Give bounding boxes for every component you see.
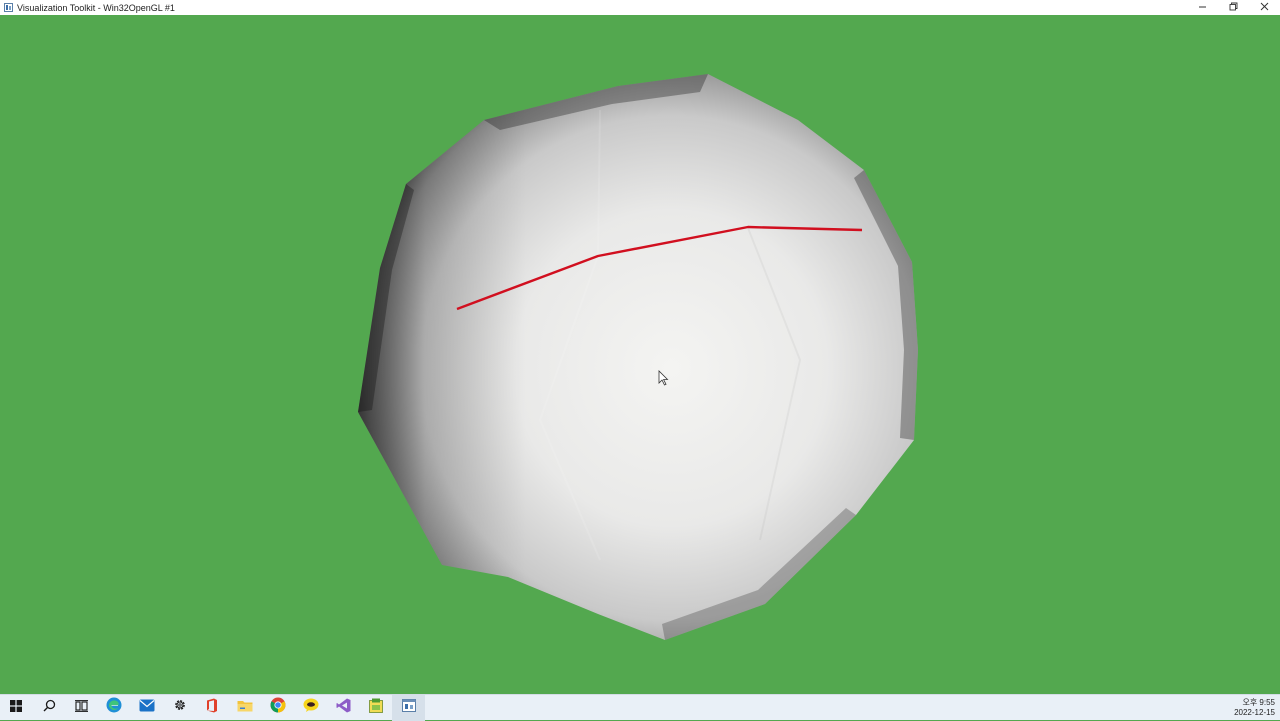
- taskbar-vtk-window[interactable]: [392, 694, 425, 721]
- taskbar-visual-studio[interactable]: [327, 695, 360, 721]
- shaded-sphere[interactable]: [358, 74, 918, 640]
- taskbar: 오후 9:55 2022-12-15: [0, 694, 1280, 721]
- scene-canvas: [358, 74, 918, 640]
- task-view-icon: [75, 699, 89, 717]
- render-viewport[interactable]: [0, 15, 1280, 694]
- file-explorer-icon: [237, 699, 253, 717]
- edge-browser-icon: [106, 697, 122, 718]
- taskbar-edge[interactable]: [98, 695, 131, 721]
- taskbar-settings[interactable]: [163, 695, 196, 721]
- mail-icon: [139, 699, 155, 717]
- settings-gear-icon: [173, 698, 187, 717]
- taskbar-kakaotalk[interactable]: [294, 695, 327, 721]
- search-icon: [43, 699, 56, 717]
- clock-date: 2022-12-15: [1234, 708, 1275, 717]
- taskbar-mail[interactable]: [131, 695, 164, 721]
- vtk-window-icon: [401, 698, 416, 717]
- start-button[interactable]: [0, 695, 33, 721]
- app-icon: [369, 698, 383, 718]
- taskbar-office[interactable]: [196, 695, 229, 721]
- task-view-button[interactable]: [65, 695, 98, 721]
- system-clock[interactable]: 오후 9:55 2022-12-15: [1234, 695, 1275, 721]
- taskbar-app[interactable]: [360, 695, 393, 721]
- office-icon: [206, 698, 218, 718]
- clock-time: 오후 9:55: [1242, 698, 1275, 707]
- windows-start-icon: [10, 699, 23, 717]
- chrome-icon: [270, 697, 286, 718]
- taskbar-search-button[interactable]: [33, 695, 66, 721]
- taskbar-file-explorer[interactable]: [229, 695, 262, 721]
- visual-studio-icon: [336, 698, 351, 718]
- taskbar-chrome[interactable]: [262, 695, 295, 721]
- kakaotalk-icon: [303, 698, 319, 718]
